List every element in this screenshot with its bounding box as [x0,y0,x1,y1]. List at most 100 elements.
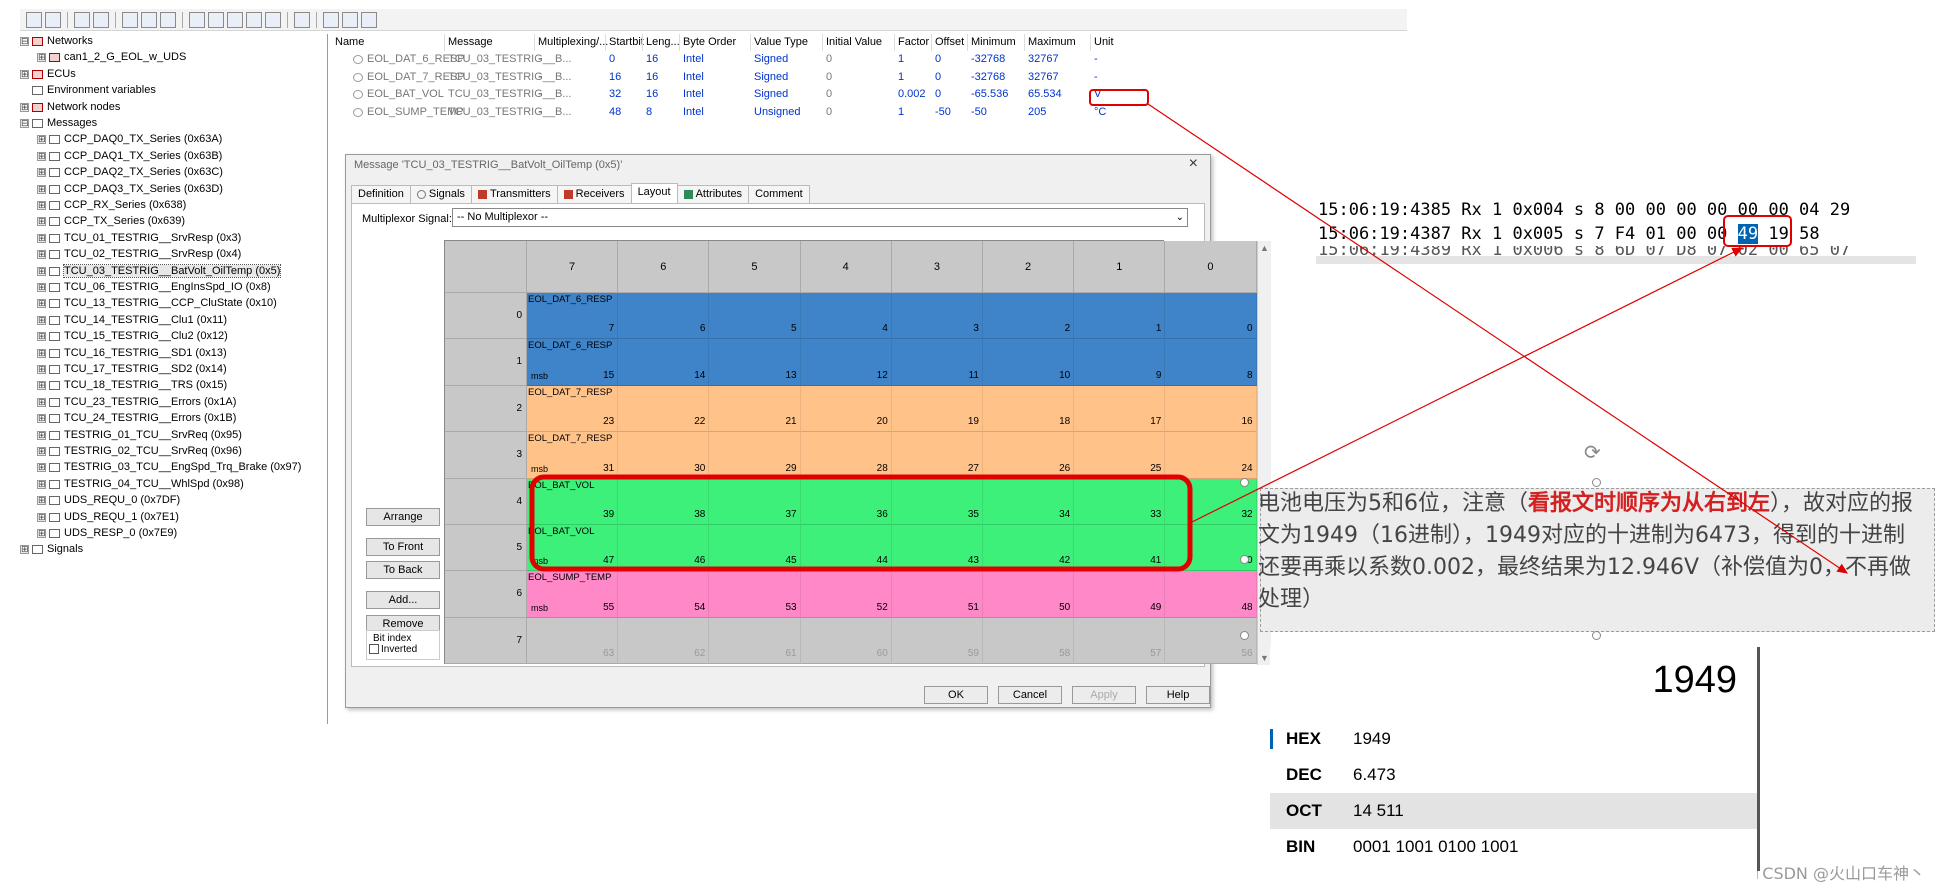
tree-item[interactable]: ⊞ TCU_18_TESTRIG__TRS (0x15) [37,378,227,393]
expand-icon[interactable]: ⊞ [37,380,46,390]
bit-cell[interactable]: 41 [1074,525,1166,572]
bit-cell[interactable]: 37 [709,478,801,525]
bit-cell[interactable]: 1lsb [1074,293,1186,340]
bit-cell[interactable]: 13 [709,339,801,386]
save-icon[interactable] [45,11,61,28]
bit-cell[interactable]: 21 [709,385,801,433]
to-front-button[interactable]: To Front [366,538,440,556]
expand-icon[interactable]: ⊞ [37,233,46,243]
tab-attributes[interactable]: Attributes [676,185,750,203]
open-folder-icon[interactable] [26,11,42,28]
ok-button[interactable]: OK [924,686,988,704]
signal-block-label[interactable]: EOL_SUMP_TEMP [528,572,611,583]
table-row[interactable]: EOL_BAT_VOL TCU_03_TESTRIG__B... - 32 16 Inte… [335,86,1405,103]
expand-icon[interactable]: ⊞ [37,184,46,194]
bit-cell[interactable]: 18 [983,385,1075,433]
expand-icon[interactable]: ⊞ [37,397,46,407]
scroll-down-icon[interactable]: ▼ [1260,653,1269,663]
window-cascade-icon[interactable] [323,11,339,28]
signal-block-label[interactable]: EOL_DAT_6_RESP [528,294,612,305]
expand-icon[interactable]: ⊞ [37,462,46,472]
signal-block-label[interactable]: EOL_BAT_VOL [528,526,594,537]
bit-cell[interactable]: 53 [709,571,801,618]
tree-item[interactable]: ⊞ Signals [20,542,83,557]
expand-icon[interactable]: ⊞ [37,495,46,505]
column-separator[interactable] [1090,34,1091,51]
bit-cell[interactable]: 30 [618,432,710,479]
tree-item[interactable]: ⊞ CCP_TX_Series (0x639) [37,214,185,229]
bit-cell[interactable]: 0 [1165,293,1257,340]
tab-receivers[interactable]: Receivers [556,185,632,203]
expand-icon[interactable]: ⊞ [37,249,46,259]
bit-cell[interactable]: 5 [709,293,801,340]
expand-icon[interactable]: ⊞ [37,348,46,358]
column-separator[interactable] [444,34,445,51]
bit-cell[interactable]: 12 [800,339,892,386]
resize-handle[interactable] [1240,478,1249,487]
tree-item[interactable]: ⊞ CCP_DAQ2_TX_Series (0x63C) [37,165,223,180]
collapse-icon[interactable]: ⊟ [20,36,29,46]
view-report-icon[interactable] [246,11,262,28]
expand-icon[interactable]: ⊞ [37,479,46,489]
arrange-button[interactable]: Arrange [366,508,440,526]
trace-selected-byte[interactable]: 49 [1737,224,1759,244]
bit-cell[interactable]: 16 [1165,385,1257,433]
bit-cell[interactable]: 43 [891,525,983,572]
cancel-button[interactable]: Cancel [998,686,1062,704]
bit-cell[interactable]: 29 [709,432,801,479]
bit-cell[interactable]: 50 [983,571,1075,618]
column-separator[interactable] [750,34,751,51]
tab-definition[interactable]: Definition [351,185,411,203]
tree-item[interactable]: ⊞ TCU_02_TESTRIG__SrvResp (0x4) [37,247,241,262]
bit-cell[interactable]: 57 [1074,617,1166,665]
tree-item[interactable]: ⊞ can1_2_G_EOL_w_UDS [37,50,186,65]
bit-cell[interactable]: 24 [1165,432,1257,479]
tab-signals[interactable]: Signals [409,185,472,203]
expand-icon[interactable]: ⊞ [37,430,46,440]
bit-cell[interactable]: 35 [891,478,983,525]
bit-cell[interactable]: 11 [891,339,983,386]
bit-cell[interactable]: 27 [891,432,983,479]
collapse-icon[interactable]: ⊟ [20,118,29,128]
bit-cell[interactable]: 49lsb [1074,571,1186,618]
bit-cell[interactable]: 10 [983,339,1075,386]
rotate-icon[interactable]: ⟳ [1584,440,1601,465]
table-header[interactable]: Name Message Multiplexing/... Startbit Leng.… [335,34,1405,51]
calc-row-dec[interactable]: DEC 6.473 [1270,757,1757,793]
signal-block-label[interactable]: EOL_DAT_6_RESP [528,340,612,351]
bit-cell[interactable]: 59 [891,617,983,665]
tree-item[interactable]: ⊞ UDS_RESP_0 (0x7E9) [37,526,177,541]
signal-block-label[interactable]: EOL_DAT_7_RESP [528,433,612,444]
bit-cell[interactable]: 3 [891,293,983,340]
tab-transmitters[interactable]: Transmitters [470,185,558,203]
bit-cell[interactable]: 34 [983,478,1075,525]
tree-item[interactable]: ⊞ TCU_17_TESTRIG__SD2 (0x14) [37,362,227,377]
grid-icon[interactable] [141,11,157,28]
window-vertical-icon[interactable] [361,11,377,28]
tree-item[interactable]: ⊟ Messages [20,116,97,131]
bit-cell[interactable]: 14 [618,339,710,386]
expand-icon[interactable]: ⊞ [37,331,46,341]
tree-item[interactable]: ⊞ CCP_DAQ1_TX_Series (0x63B) [37,149,222,164]
chevron-down-icon[interactable]: ⌄ [1176,209,1184,226]
expand-icon[interactable]: ⊞ [20,102,29,112]
column-separator[interactable] [894,34,895,51]
expand-icon[interactable]: ⊞ [37,282,46,292]
view-detail-icon[interactable] [227,11,243,28]
paste-icon[interactable] [93,11,109,28]
to-back-button[interactable]: To Back [366,561,440,579]
bit-cell[interactable]: 61 [709,617,801,665]
resize-handle[interactable] [1592,631,1601,640]
expand-icon[interactable]: ⊞ [37,413,46,423]
signal-block-label[interactable]: EOL_DAT_7_RESP [528,387,612,398]
tree-item[interactable]: ⊞ UDS_REQU_0 (0x7DF) [37,493,180,508]
expand-icon[interactable]: ⊞ [37,315,46,325]
expand-icon[interactable]: ⊞ [20,544,29,554]
bit-cell[interactable]: 54 [618,571,710,618]
bit-cell[interactable]: 33lsb [1074,478,1186,525]
tree-item[interactable]: ⊞ TESTRIG_03_TCU__EngSpd_Trq_Brake (0x97) [37,460,301,475]
apply-button[interactable]: Apply [1072,686,1136,704]
resize-handle[interactable] [1240,631,1249,640]
add-button[interactable]: Add... [366,591,440,609]
scroll-up-icon[interactable]: ▲ [1260,243,1269,253]
